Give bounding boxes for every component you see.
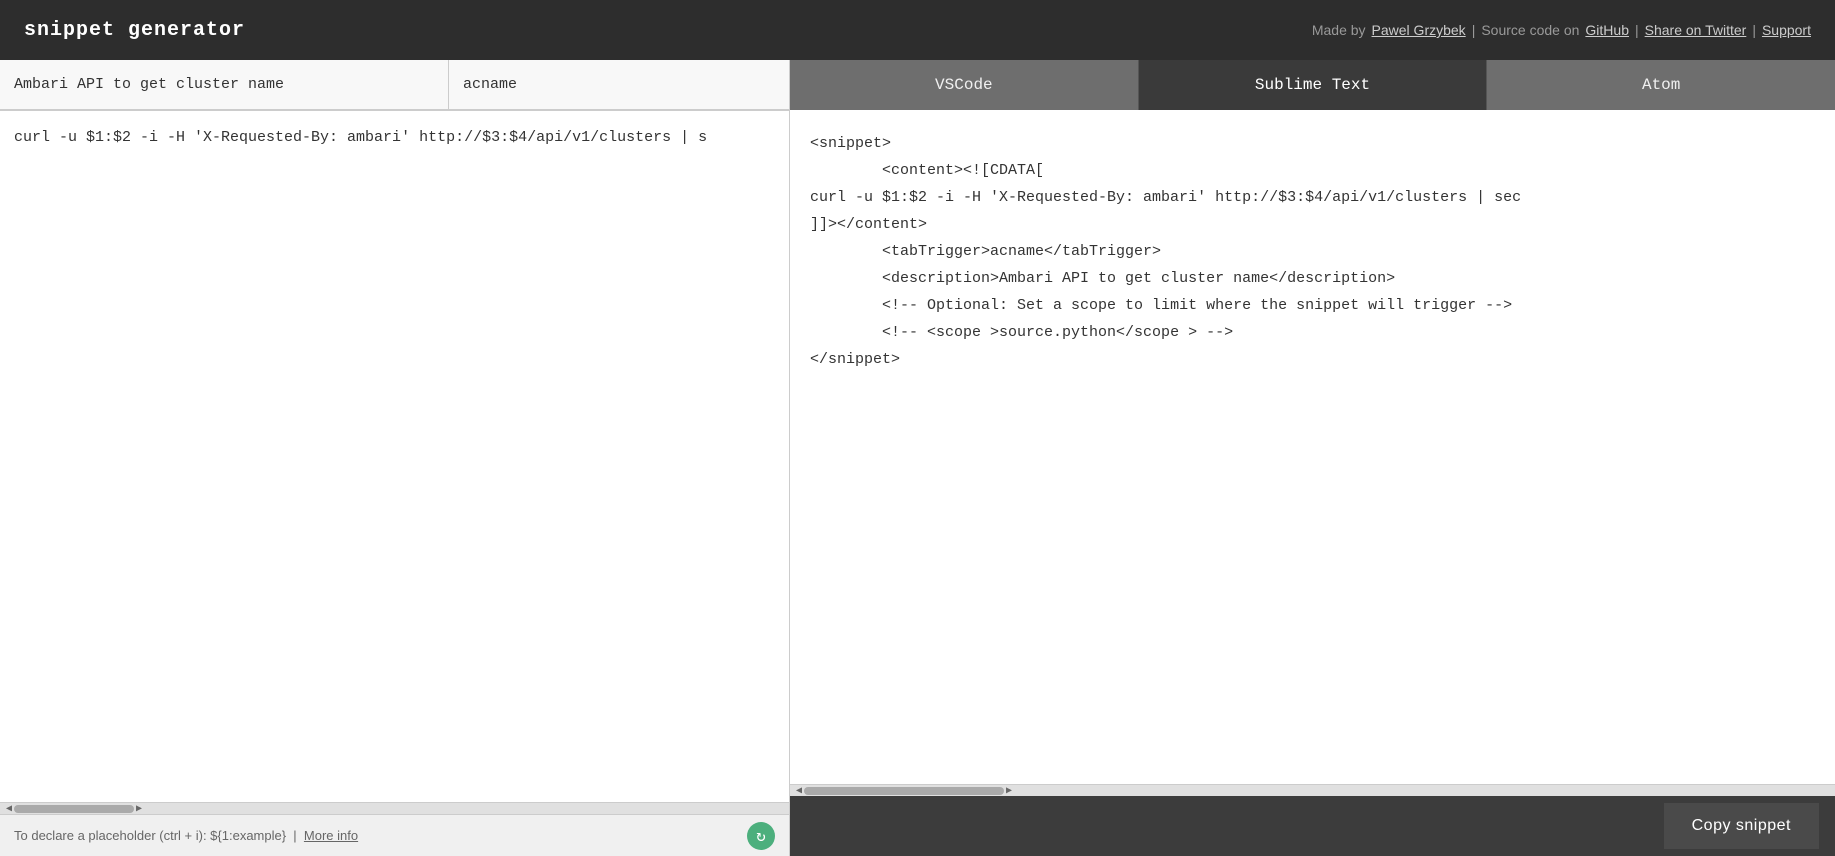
separator-2: | — [1635, 22, 1639, 38]
code-textarea[interactable] — [0, 111, 789, 802]
hint-text: To declare a placeholder (ctrl + i): ${1… — [14, 828, 358, 843]
left-scroll-arrow-left[interactable]: ◀ — [4, 803, 14, 815]
left-scroll-thumb[interactable] — [14, 805, 134, 813]
tabs-bar: VSCode Sublime Text Atom — [790, 60, 1835, 110]
app-title: snippet generator — [24, 19, 245, 42]
separator-1: | — [1472, 22, 1476, 38]
left-inputs — [0, 60, 789, 111]
more-info-link[interactable]: More info — [304, 828, 358, 843]
header: snippet generator Made by Pawel Grzybek … — [0, 0, 1835, 60]
refresh-icon[interactable]: ↻ — [747, 822, 775, 850]
hint-label: To declare a placeholder (ctrl + i): ${1… — [14, 828, 286, 843]
tab-atom[interactable]: Atom — [1487, 60, 1835, 110]
separator-3: | — [1752, 22, 1756, 38]
header-links: Made by Pawel Grzybek | Source code on G… — [1312, 22, 1811, 38]
tab-vscode[interactable]: VSCode — [790, 60, 1139, 110]
tab-trigger-input[interactable] — [449, 60, 789, 109]
right-scroll-arrow-right[interactable]: ▶ — [1004, 785, 1014, 797]
left-panel: ◀ ▶ To declare a placeholder (ctrl + i):… — [0, 60, 790, 856]
left-scrollbar[interactable]: ◀ ▶ — [0, 802, 789, 814]
support-link[interactable]: Support — [1762, 22, 1811, 38]
code-area-container — [0, 111, 789, 802]
left-scroll-arrow-right[interactable]: ▶ — [134, 803, 144, 815]
made-by-text: Made by — [1312, 22, 1366, 38]
twitter-link[interactable]: Share on Twitter — [1645, 22, 1747, 38]
right-footer: Copy snippet — [790, 796, 1835, 856]
snippet-output: <snippet> <content><![CDATA[ curl -u $1:… — [790, 110, 1835, 784]
github-link[interactable]: GitHub — [1585, 22, 1629, 38]
refresh-symbol: ↻ — [756, 826, 766, 846]
author-link[interactable]: Pawel Grzybek — [1372, 22, 1466, 38]
right-scroll-thumb[interactable] — [804, 787, 1004, 795]
tab-sublime-text[interactable]: Sublime Text — [1139, 60, 1488, 110]
source-text: Source code on — [1481, 22, 1579, 38]
main-layout: ◀ ▶ To declare a placeholder (ctrl + i):… — [0, 60, 1835, 856]
left-footer: To declare a placeholder (ctrl + i): ${1… — [0, 814, 789, 856]
right-panel: VSCode Sublime Text Atom <snippet> <cont… — [790, 60, 1835, 856]
description-input[interactable] — [0, 60, 449, 109]
right-scrollbar[interactable]: ◀ ▶ — [790, 784, 1835, 796]
right-scroll-arrow-left[interactable]: ◀ — [794, 785, 804, 797]
copy-snippet-button[interactable]: Copy snippet — [1664, 803, 1819, 849]
